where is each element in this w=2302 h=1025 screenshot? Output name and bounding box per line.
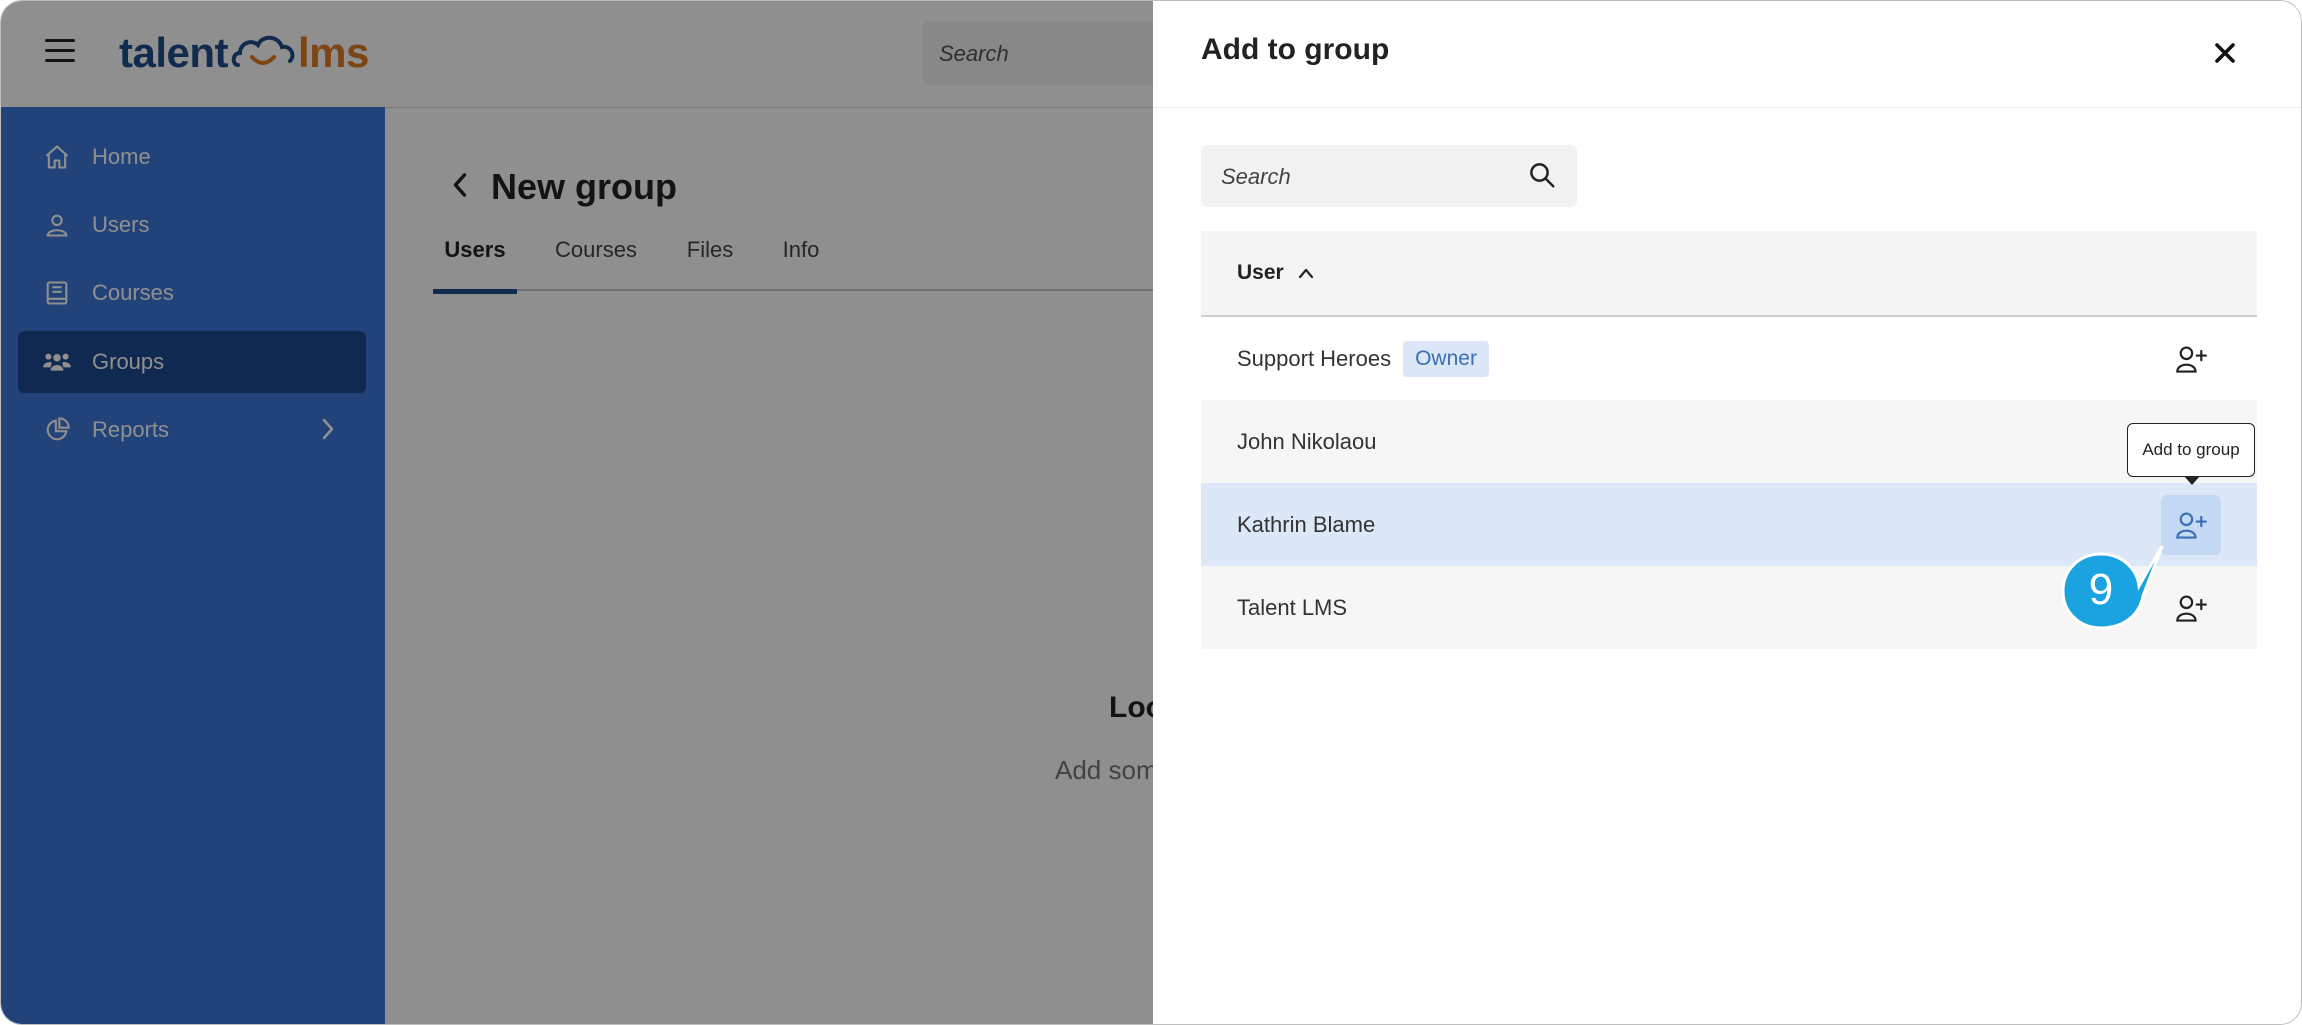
step-marker-number: 9 xyxy=(2088,565,2114,614)
owner-badge: Owner xyxy=(1403,340,1489,377)
user-name: John Nikolaou xyxy=(1237,428,1377,454)
user-name: Talent LMS xyxy=(1237,594,1348,620)
add-user-icon xyxy=(2176,346,2207,373)
search-input[interactable] xyxy=(1219,160,1513,194)
close-icon xyxy=(2215,43,2235,63)
column-header-user[interactable]: User xyxy=(1237,261,1314,285)
drawer-title: Add to group xyxy=(1201,33,1390,66)
add-user-icon xyxy=(2176,595,2207,622)
table-header: User xyxy=(1201,231,2257,317)
close-button[interactable] xyxy=(2205,33,2245,73)
user-name: Kathrin Blame xyxy=(1237,511,1376,537)
app-window: talent lms Search Home Users Courses Gro… xyxy=(0,0,2302,1025)
drawer-search xyxy=(1201,145,1577,207)
add-to-group-drawer: Add to group User Support Heroes Owner xyxy=(1153,1,2301,1024)
user-name: Support Heroes xyxy=(1237,345,1392,371)
table-row: Support Heroes Owner xyxy=(1201,317,2257,400)
column-header-label: User xyxy=(1237,261,1284,284)
table-row: John Nikolaou xyxy=(1201,400,2257,483)
add-user-button[interactable] xyxy=(2161,329,2221,389)
add-user-icon xyxy=(2176,512,2207,539)
drawer-header: Add to group xyxy=(1153,1,2301,108)
modal-backdrop[interactable] xyxy=(1,1,1153,1024)
sort-ascending-icon xyxy=(1298,268,1313,279)
add-to-group-tooltip: Add to group xyxy=(2127,423,2255,485)
search-icon[interactable] xyxy=(1527,160,1557,195)
